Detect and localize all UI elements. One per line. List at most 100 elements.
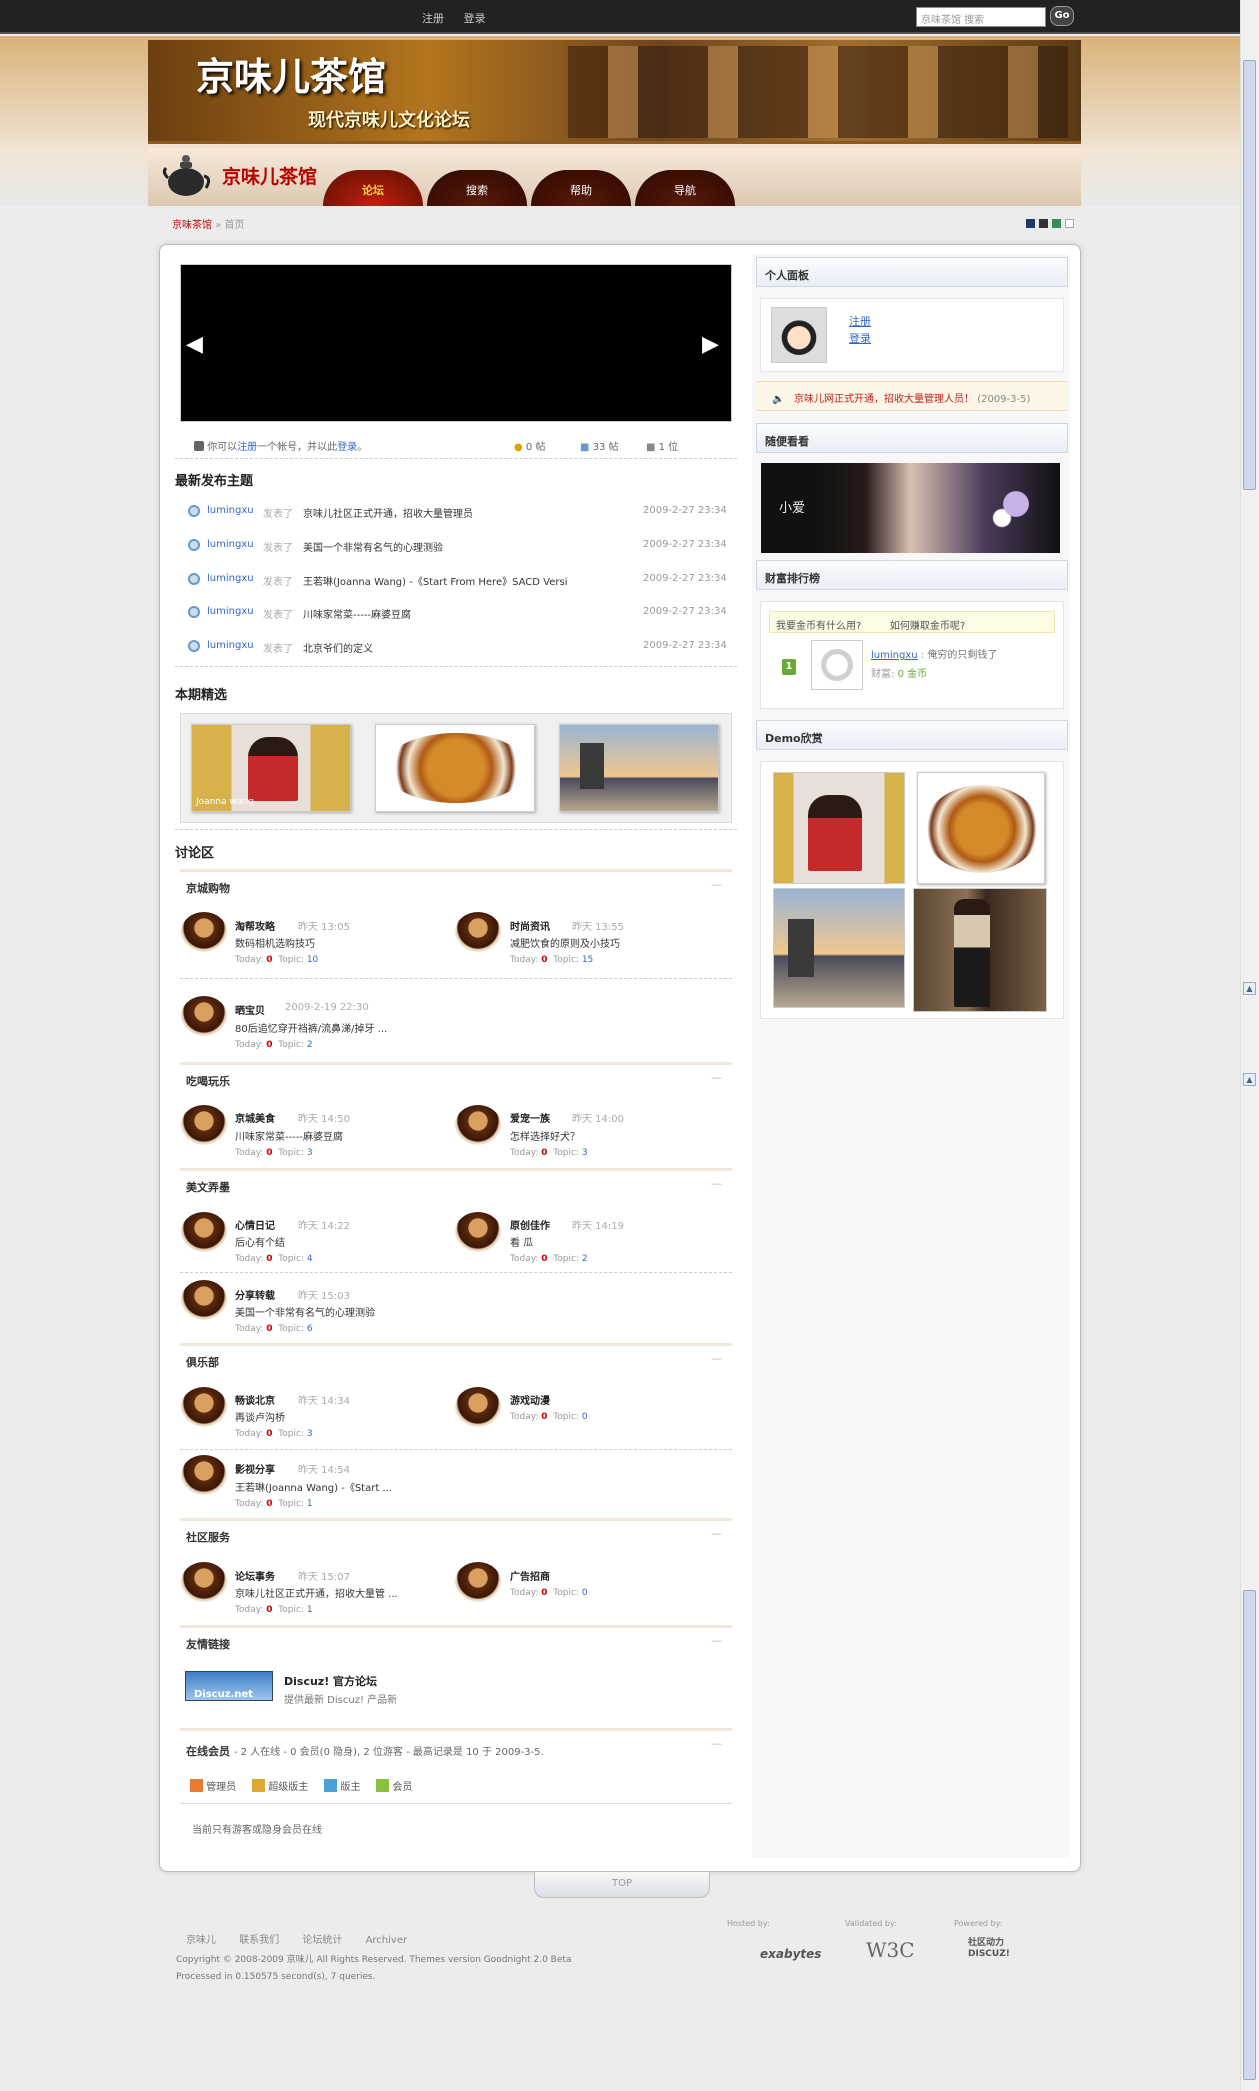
topic-title[interactable]: 北京爷们的定义 <box>303 640 373 655</box>
forum-name[interactable]: 爱宠一族 <box>510 1110 550 1125</box>
panel-register-link[interactable]: 注册 <box>849 313 871 329</box>
latest-topic-row[interactable]: lumingxu 发表了 川味家常菜-----麻婆豆腐 2009-2-27 23:34 <box>185 603 730 623</box>
friend-link-name[interactable]: Discuz! 官方论坛 <box>284 1673 377 1689</box>
forum-stats: Today: 0 Topic: 3 <box>235 1429 313 1439</box>
forum-last-post[interactable]: 后心有个结 <box>235 1234 285 1249</box>
w3c-logo[interactable]: W3C <box>866 1938 915 1962</box>
forum-last-post[interactable]: 看 瓜 <box>510 1234 533 1249</box>
forum-last-post[interactable]: 美国一个非常有名气的心理测验 <box>235 1304 375 1319</box>
latest-topic-row[interactable]: lumingxu 发表了 北京爷们的定义 2009-2-27 23:34 <box>185 637 730 657</box>
wealth-faq-question[interactable]: 如何赚取金币呢? <box>890 621 965 632</box>
forum-category[interactable]: 京城购物 — <box>180 869 732 895</box>
forum-name[interactable]: 广告招商 <box>510 1568 550 1583</box>
scroll-up-icon[interactable]: ▲ <box>1243 1073 1256 1086</box>
forum-name[interactable]: 原创佳作 <box>510 1217 550 1232</box>
forum-category[interactable]: 吃喝玩乐 — <box>180 1062 732 1088</box>
register-link[interactable]: 注册 <box>422 12 444 25</box>
forum-name[interactable]: 时尚资讯 <box>510 918 550 933</box>
latest-topic-row[interactable]: lumingxu 发表了 王若琳(Joanna Wang) -《Start From… <box>185 570 730 590</box>
featured-image-singer[interactable]: Joanna wang <box>191 724 351 812</box>
topic-author[interactable]: lumingxu <box>207 539 254 550</box>
forum-category[interactable]: 友情链接 — <box>180 1625 732 1651</box>
demo-image-model[interactable] <box>913 888 1047 1012</box>
topic-author[interactable]: lumingxu <box>207 573 254 584</box>
forum-category[interactable]: 社区服务 — <box>180 1518 732 1544</box>
collapse-icon[interactable]: — <box>711 1527 722 1540</box>
topic-author[interactable]: lumingxu <box>207 606 254 617</box>
forum-name[interactable]: 论坛事务 <box>235 1568 275 1583</box>
forum-name[interactable]: 晒宝贝 <box>235 1002 265 1017</box>
back-to-top-button[interactable]: TOP <box>534 1872 710 1898</box>
collapse-icon[interactable]: — <box>711 878 722 891</box>
forum-last-post[interactable]: 80后追忆穿开裆裤/流鼻涕/掉牙 ... <box>235 1020 387 1035</box>
style-swatch-green[interactable] <box>1052 219 1061 228</box>
forum-last-post[interactable]: 川味家常菜-----麻婆豆腐 <box>235 1128 343 1143</box>
topic-title[interactable]: 川味家常菜-----麻婆豆腐 <box>303 606 411 621</box>
collapse-icon[interactable]: — <box>711 1737 722 1750</box>
forum-last-post[interactable]: 怎样选择好犬？ <box>510 1128 580 1143</box>
footer-link-archiver[interactable]: Archiver <box>366 1935 408 1946</box>
scrollbar-thumb[interactable] <box>1243 1590 1256 2080</box>
forum-category[interactable]: 俱乐部 — <box>180 1343 732 1369</box>
topic-title[interactable]: 王若琳(Joanna Wang) -《Start From Here》SACD … <box>303 573 567 588</box>
footer-link-home[interactable]: 京味儿 <box>186 1935 216 1946</box>
rank-username[interactable]: lumingxu <box>871 650 918 661</box>
wealth-ranking: 我要金币有什么用? 如何赚取金币呢? 1 lumingxu : 俺穷的只剩钱了 … <box>760 601 1064 709</box>
style-swatch-dark[interactable] <box>1039 219 1048 228</box>
footer-link-stats[interactable]: 论坛统计 <box>302 1935 342 1946</box>
slider-prev-arrow-icon[interactable]: ◀ <box>186 332 203 357</box>
hosted-label: Hosted by: <box>727 1919 770 1928</box>
banner-subtitle: 现代京味儿文化论坛 <box>308 110 470 131</box>
search-input[interactable]: 京味茶馆 搜索 <box>916 7 1046 27</box>
collapse-icon[interactable]: — <box>711 1177 722 1190</box>
announcement-bar[interactable]: 🔈 京味儿网正式开通，招收大量管理人员！ (2009-3-5) <box>756 381 1068 411</box>
wealth-faq-question[interactable]: 我要金币有什么用? <box>776 621 861 632</box>
collapse-icon[interactable]: — <box>711 1352 722 1365</box>
random-view-image[interactable]: 小爱 <box>761 463 1060 553</box>
demo-image-singer[interactable] <box>773 772 905 884</box>
topic-title[interactable]: 美国一个非常有名气的心理测验 <box>303 539 443 554</box>
forum-name[interactable]: 影视分享 <box>235 1461 275 1476</box>
topic-title[interactable]: 京味儿社区正式开通，招收大量管理员 <box>303 505 473 520</box>
forum-last-post[interactable]: 再谈卢沟桥 <box>235 1409 285 1424</box>
featured-image-bridge[interactable] <box>559 724 719 812</box>
scroll-up-icon[interactable]: ▲ <box>1243 982 1256 995</box>
panel-login-link[interactable]: 登录 <box>849 330 871 346</box>
collapse-icon[interactable]: — <box>711 1634 722 1647</box>
welcome-register-link[interactable]: 注册 <box>237 442 257 453</box>
footer-link-contact[interactable]: 联系我们 <box>239 1935 279 1946</box>
forum-last-post[interactable]: 京味儿社区正式开通，招收大量管 ... <box>235 1585 398 1600</box>
breadcrumb-home[interactable]: 京味茶馆 <box>172 220 212 231</box>
forum-last-post[interactable]: 数码相机选购技巧 <box>235 935 315 950</box>
style-swatch-white[interactable] <box>1065 219 1074 228</box>
topic-author[interactable]: lumingxu <box>207 640 254 651</box>
discuz-link-logo[interactable]: Discuz.net <box>185 1671 273 1701</box>
latest-topic-row[interactable]: lumingxu 发表了 美国一个非常有名气的心理测验 2009-2-27 23:34 <box>185 536 730 556</box>
forum-name[interactable]: 游戏动漫 <box>510 1392 550 1407</box>
exabytes-logo[interactable]: exabytes <box>760 1947 821 1961</box>
online-members-bar[interactable]: 在线会员 - 2 人在线 - 0 会员(0 隐身), 2 位游客 - 最高记录是… <box>180 1728 732 1762</box>
forum-last-post[interactable]: 减肥饮食的原则及小技巧 <box>510 935 620 950</box>
forum-name[interactable]: 京城美食 <box>235 1110 275 1125</box>
discuz-powered-logo[interactable]: 社区动力 DISCUZ! <box>968 1938 1038 1960</box>
search-go-button[interactable]: Go <box>1050 6 1074 26</box>
login-link[interactable]: 登录 <box>464 12 486 25</box>
forum-category[interactable]: 美文弄墨 — <box>180 1168 732 1194</box>
forum-name[interactable]: 分享转载 <box>235 1287 275 1302</box>
slider-next-arrow-icon[interactable]: ▶ <box>702 332 719 357</box>
latest-topic-row[interactable]: lumingxu 发表了 京味儿社区正式开通，招收大量管理员 2009-2-27 23… <box>185 502 730 522</box>
forum-last-post[interactable]: 王若琳(Joanna Wang) -《Start ... <box>235 1479 392 1494</box>
demo-image-bridge[interactable] <box>773 888 905 1008</box>
featured-image-food[interactable] <box>375 724 535 812</box>
rank-avatar[interactable] <box>811 640 863 690</box>
welcome-login-link[interactable]: 登录 <box>337 442 357 453</box>
forum-name[interactable]: 畅谈北京 <box>235 1392 275 1407</box>
style-swatch-blue[interactable] <box>1026 219 1035 228</box>
topic-author[interactable]: lumingxu <box>207 505 254 516</box>
forum-name[interactable]: 心情日记 <box>235 1217 275 1232</box>
scrollbar-thumb[interactable] <box>1243 60 1256 490</box>
demo-image-food[interactable] <box>917 772 1045 884</box>
collapse-icon[interactable]: — <box>711 1071 722 1084</box>
forum-name[interactable]: 淘帮攻略 <box>235 918 275 933</box>
site-logo[interactable]: 京味儿茶馆 <box>222 162 317 189</box>
